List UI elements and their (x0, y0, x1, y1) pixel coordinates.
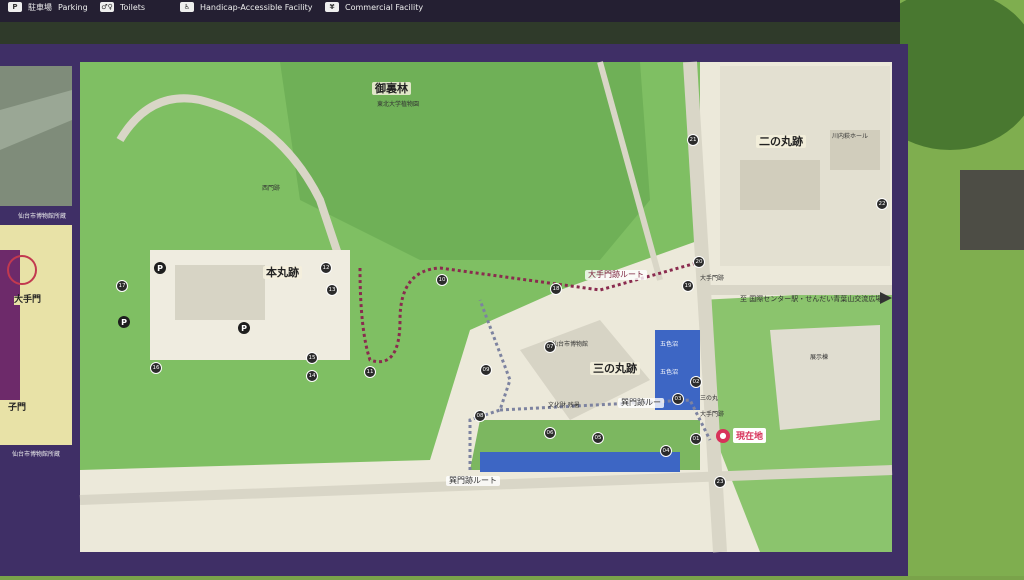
marker-14: 14 (306, 370, 318, 382)
you-are-here: ● 現在地 (716, 428, 767, 443)
inset-otemon-label: 大手門 (14, 295, 42, 305)
legend-commercial-en: Commercial Facility (345, 2, 424, 12)
legend-parking-jp: 駐車場 (28, 2, 52, 12)
marker-20: 20 (693, 256, 705, 268)
place-heritage: 文化財 残暑 (548, 402, 580, 409)
marker-05: 05 (592, 432, 604, 444)
area-ninomaru-label: 二の丸跡 (756, 135, 806, 148)
marker-06: 06 (544, 427, 556, 439)
campus-building-1 (740, 160, 820, 210)
stone-right (960, 170, 1024, 250)
wheelchair-icon: ♿ (180, 2, 194, 12)
inset-old-map-strip (0, 250, 20, 400)
marker-02: 02 (690, 376, 702, 388)
parking-marker-2: P (118, 316, 130, 328)
route-tatsumi-label: 巽門跡ルート (446, 476, 500, 486)
banner-gap-foliage (0, 22, 900, 44)
parking-icon: P (8, 2, 22, 12)
marker-22: 22 (876, 198, 888, 210)
route-otemon-label: 大手門跡ルート (585, 270, 647, 280)
marker-04: 04 (660, 445, 672, 457)
legend-toilets: ♂♀ Toilets (100, 0, 145, 14)
parking-marker-1: P (154, 262, 166, 274)
inset-komon-label: 子門 (8, 403, 27, 413)
road-kokusai-label: 至 国際センター駅・せんだい青葉山交流広場 (740, 295, 883, 303)
legend-handicap-en: Handicap-Accessible Facility (200, 2, 313, 12)
place-tohoku-univ: 東北大学植物園 (377, 101, 420, 108)
south-moat (480, 452, 680, 472)
hommaru-building (175, 265, 265, 320)
place-sannomaru-gate: 三の丸 (700, 395, 719, 402)
marker-19: 19 (682, 280, 694, 292)
marker-17: 17 (116, 280, 128, 292)
legend-commercial: ¥ Commercial Facility (325, 0, 423, 14)
legend-handicap: ♿ Handicap-Accessible Facility (180, 0, 312, 14)
marker-21: 21 (687, 134, 699, 146)
marker-11: 11 (364, 366, 376, 378)
marker-01: 01 (690, 433, 702, 445)
parking-marker-3: P (238, 322, 250, 334)
you-are-here-label: 現在地 (733, 428, 767, 443)
marker-16: 16 (150, 362, 162, 374)
toilets-icon: ♂♀ (100, 2, 114, 12)
marker-23: 23 (714, 476, 726, 488)
person-icon: ● (716, 428, 730, 443)
area-sannomaru-label: 三の丸跡 (590, 362, 640, 375)
place-nishimon: 西門跡 (262, 185, 281, 192)
place-goshikinuma: 五色沼 (660, 341, 679, 348)
place-goshiki2: 五色沼 (660, 369, 679, 376)
route-tatsumi-label-short: 巽門跡ルー (618, 398, 664, 408)
marker-09: 09 (480, 364, 492, 376)
marker-03: 03 (672, 393, 684, 405)
sign-artwork (0, 0, 1024, 576)
inset-bottom-note: 仙台市博物館所蔵 (12, 451, 61, 458)
marker-15: 15 (306, 352, 318, 364)
sign-scene: P 駐車場 Parking ♂♀ Toilets ♿ Handicap-Acce… (0, 0, 1024, 576)
legend-parking: P 駐車場 Parking (8, 0, 88, 14)
area-oura-label: 御裏林 (372, 82, 411, 95)
marker-13: 13 (326, 284, 338, 296)
place-kawauchi-hall: 川内萩ホール (832, 133, 869, 140)
marker-10: 10 (436, 274, 448, 286)
inset-museum-note: 仙台市博物館所蔵 (18, 213, 67, 220)
place-kabukimon: 大手門跡 (700, 275, 725, 282)
place-exhibition: 展示棟 (810, 354, 829, 361)
marker-12: 12 (320, 262, 332, 274)
marker-18: 18 (550, 283, 562, 295)
legend-toilets-en: Toilets (120, 2, 146, 12)
marker-08: 08 (474, 410, 486, 422)
exhibition-building (770, 325, 880, 430)
legend-parking-en: Parking (58, 2, 88, 12)
commercial-icon: ¥ (325, 2, 339, 12)
marker-07: 07 (544, 341, 556, 353)
area-hommaru-label: 本丸跡 (263, 266, 302, 279)
place-ote-gate: 大手門跡 (700, 411, 725, 418)
place-museum: 仙台市博物館 (552, 341, 589, 348)
